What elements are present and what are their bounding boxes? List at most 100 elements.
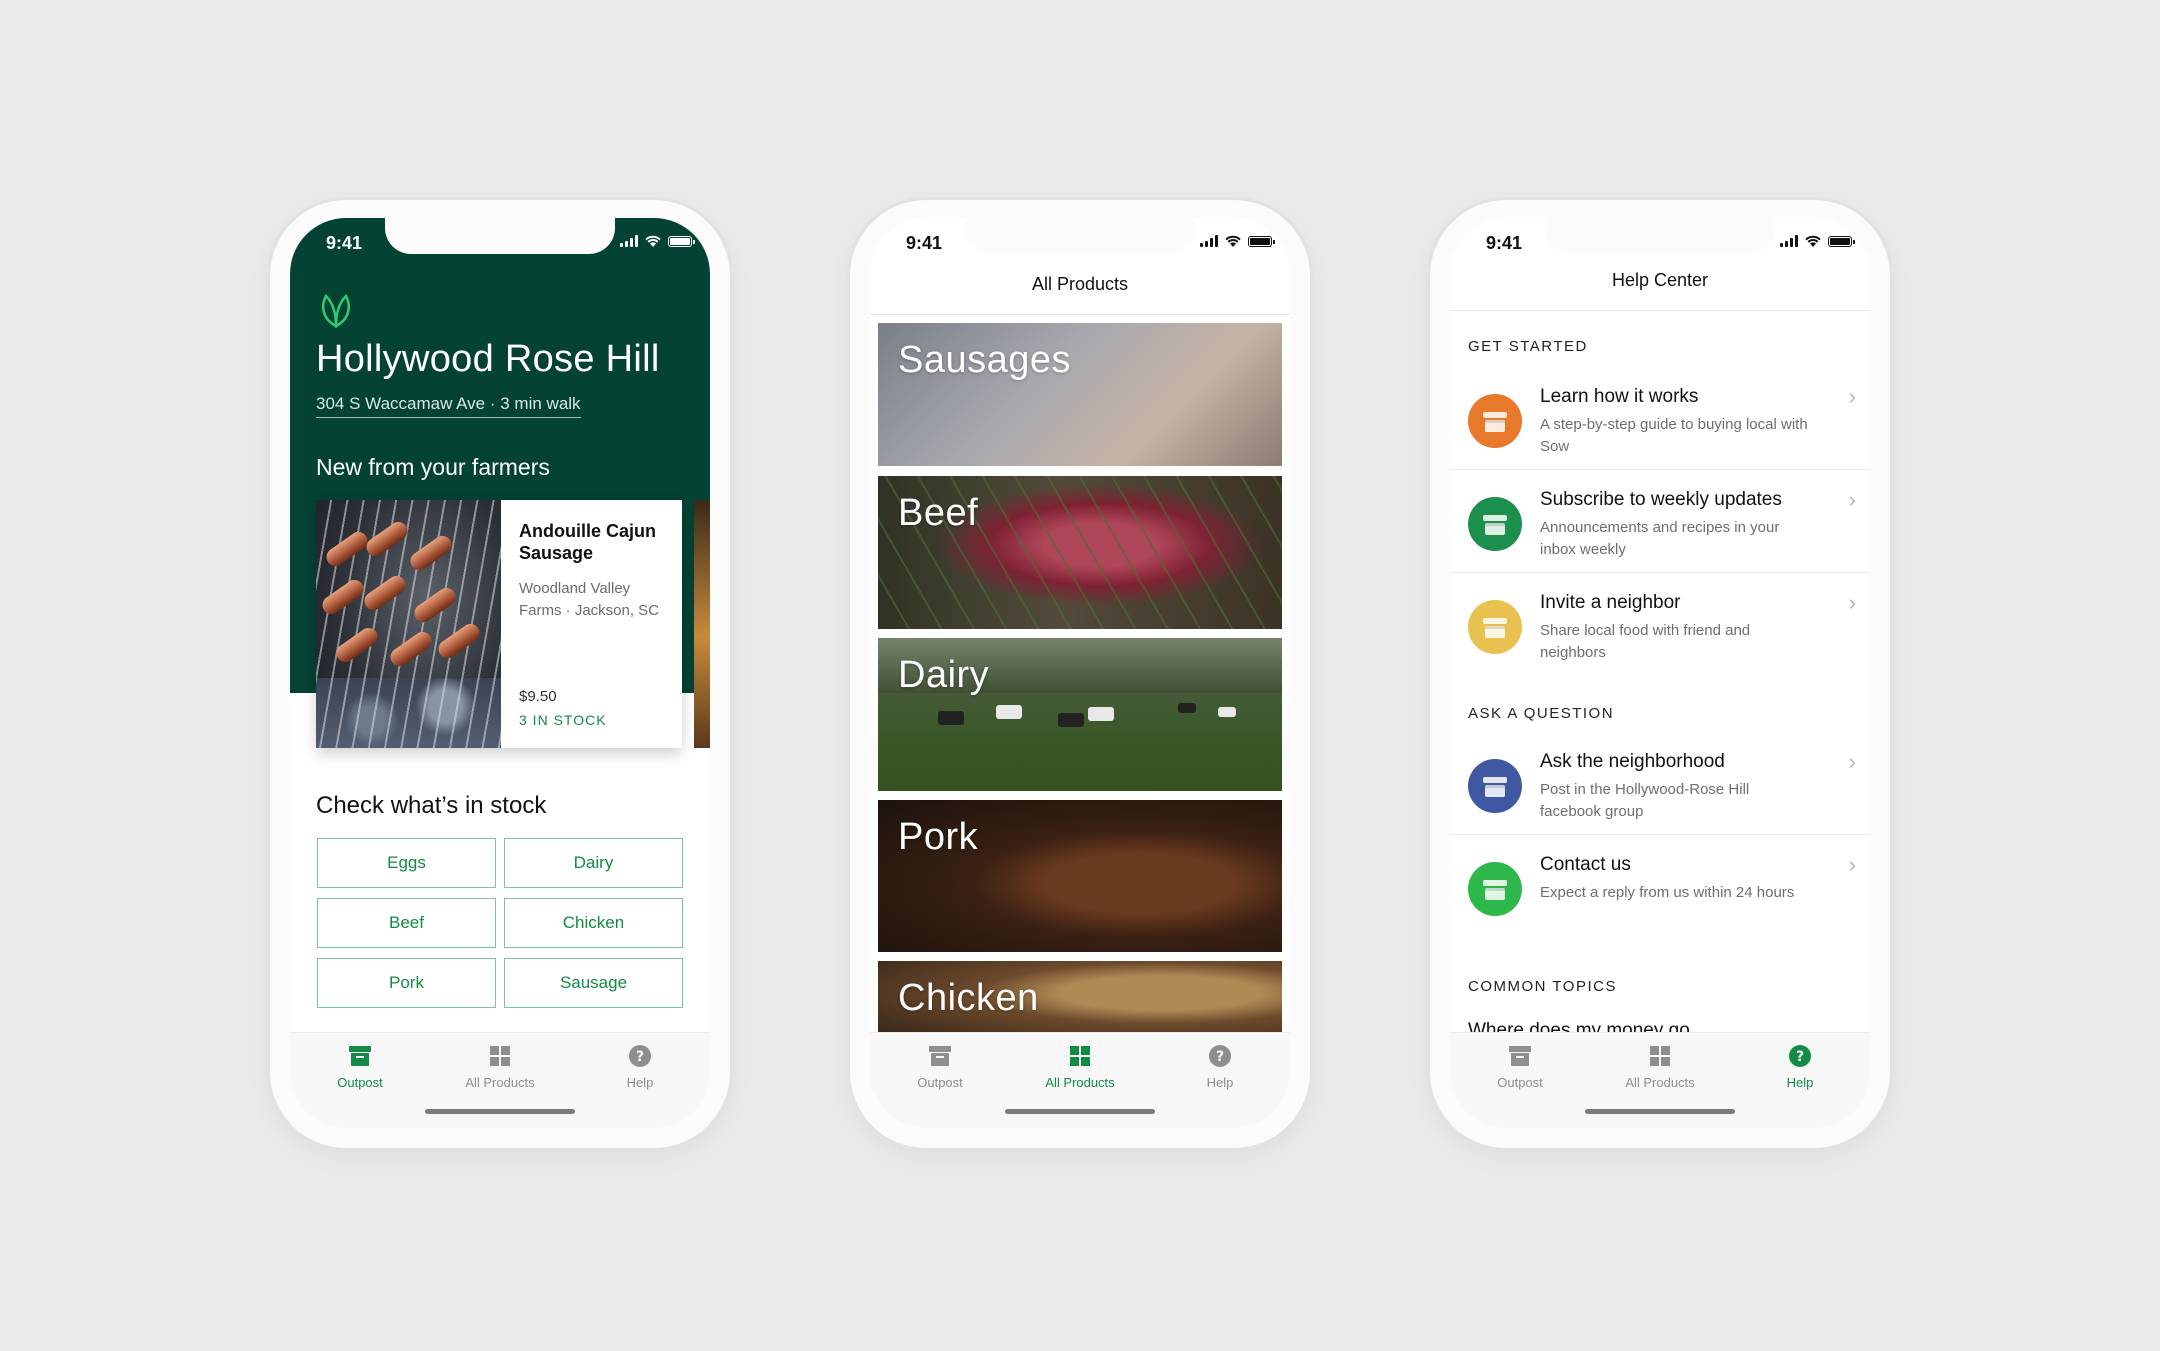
phone-all-products: 9:41 All Products Sausages Beef Dairy Po…: [850, 200, 1310, 1148]
tab-outpost[interactable]: Outpost: [880, 1043, 1000, 1090]
grid-icon: [490, 1046, 510, 1066]
help-item-title: Subscribe to weekly updates: [1540, 489, 1782, 510]
section-ask-question: ASK A QUESTION: [1468, 705, 1615, 722]
category-label: Beef: [898, 492, 979, 534]
help-item-title: Learn how it works: [1540, 386, 1699, 407]
category-label: Sausages: [898, 339, 1072, 381]
signal-icon: [1200, 235, 1218, 247]
battery-icon: [1828, 236, 1855, 247]
help-item-desc: A step-by-step guide to buying local wit…: [1540, 416, 1808, 455]
tab-label: All Products: [465, 1075, 535, 1090]
help-item-title: Contact us: [1540, 854, 1631, 875]
screen-help-center: 9:41 Help Center GET STARTED Learn how i…: [1450, 218, 1870, 1128]
tab-bar: Outpost All Products ? Help: [1450, 1032, 1870, 1128]
box-icon: [1468, 497, 1522, 551]
help-item-desc: Announcements and recipes in your inbox …: [1540, 519, 1780, 558]
tab-label: Outpost: [1497, 1075, 1543, 1090]
chevron-right-icon: ›: [1848, 590, 1856, 615]
category-label: Pork: [898, 816, 979, 858]
section-title-stock: Check what’s in stock: [316, 792, 547, 819]
wifi-icon: [645, 235, 661, 247]
store-address-link[interactable]: 304 S Waccamaw Ave · 3 min walk: [316, 394, 581, 418]
category-pork[interactable]: Pork: [878, 800, 1282, 952]
leaf-icon: [322, 293, 350, 329]
tab-outpost[interactable]: Outpost: [300, 1043, 420, 1090]
help-item-invite[interactable]: Invite a neighbor Share local food with …: [1450, 574, 1870, 676]
battery-icon: [1248, 236, 1275, 247]
product-image: [316, 500, 501, 748]
chip-sausage[interactable]: Sausage: [504, 958, 683, 1008]
status-time: 9:41: [906, 233, 943, 253]
category-sausages[interactable]: Sausages: [878, 323, 1282, 466]
tab-outpost[interactable]: Outpost: [1460, 1043, 1580, 1090]
page-title: Help Center: [1611, 270, 1709, 290]
tab-help[interactable]: ? Help: [1160, 1043, 1280, 1090]
tab-label: Help: [1786, 1075, 1814, 1090]
phone-outpost: 9:41 Hollywood Rose Hill 304 S Waccamaw …: [270, 200, 730, 1148]
category-label: Dairy: [898, 654, 990, 696]
tab-all-products[interactable]: All Products: [440, 1043, 560, 1090]
category-chicken[interactable]: Chicken: [878, 961, 1282, 1041]
help-item-desc: Expect a reply from us within 24 hours: [1540, 884, 1795, 901]
tab-label: All Products: [1625, 1075, 1695, 1090]
chip-dairy[interactable]: Dairy: [504, 838, 683, 888]
divider: [870, 314, 1290, 315]
help-item-desc: Share local food with friend and neighbo…: [1540, 622, 1751, 661]
category-beef[interactable]: Beef: [878, 476, 1282, 629]
category-dairy[interactable]: Dairy: [878, 638, 1282, 791]
svg-text:?: ?: [1796, 1049, 1804, 1065]
home-indicator[interactable]: [1005, 1109, 1155, 1114]
category-label: Chicken: [898, 977, 1039, 1019]
featured-product-card[interactable]: Andouille Cajun Sausage Woodland Valley …: [316, 500, 682, 748]
chip-chicken[interactable]: Chicken: [504, 898, 683, 948]
screen-outpost: 9:41 Hollywood Rose Hill 304 S Waccamaw …: [290, 218, 710, 1128]
tab-all-products[interactable]: All Products: [1600, 1043, 1720, 1090]
help-item-contact[interactable]: Contact us Expect a reply from us within…: [1450, 836, 1870, 938]
help-item-desc: Post in the Hollywood-Rose Hill facebook…: [1540, 781, 1750, 820]
chip-pork[interactable]: Pork: [317, 958, 496, 1008]
chevron-right-icon: ›: [1848, 487, 1856, 512]
home-indicator[interactable]: [425, 1109, 575, 1114]
screen-all-products: 9:41 All Products Sausages Beef Dairy Po…: [870, 218, 1290, 1128]
next-product-card[interactable]: [694, 500, 710, 748]
product-title: Andouille Cajun Sausage: [519, 521, 656, 563]
store-name: Hollywood Rose Hill: [316, 338, 660, 380]
tab-bar: Outpost All Products ? Help: [870, 1032, 1290, 1128]
help-item-learn[interactable]: Learn how it works A step-by-step guide …: [1450, 368, 1870, 470]
svg-text:?: ?: [1216, 1049, 1224, 1065]
help-icon: ?: [629, 1045, 651, 1067]
phone-help-center: 9:41 Help Center GET STARTED Learn how i…: [1430, 200, 1890, 1148]
divider: [1450, 310, 1870, 311]
product-farm: Woodland Valley Farms · Jackson, SC: [519, 580, 660, 619]
outpost-icon: [1509, 1046, 1531, 1066]
chevron-right-icon: ›: [1848, 852, 1856, 877]
tab-label: Help: [1206, 1075, 1234, 1090]
help-icon: ?: [1209, 1045, 1231, 1067]
tab-help[interactable]: ? Help: [1740, 1043, 1860, 1090]
category-chip-grid: Eggs Dairy Beef Chicken Pork Sausage: [317, 838, 683, 1008]
chevron-right-icon: ›: [1848, 749, 1856, 774]
box-icon: [1468, 759, 1522, 813]
box-icon: [1468, 862, 1522, 916]
tab-all-products[interactable]: All Products: [1020, 1043, 1140, 1090]
chip-eggs[interactable]: Eggs: [317, 838, 496, 888]
product-stock: 3 IN STOCK: [519, 712, 607, 728]
tab-bar: Outpost All Products ? Help: [290, 1032, 710, 1128]
outpost-icon: [349, 1046, 371, 1066]
status-time: 9:41: [1486, 233, 1523, 253]
help-item-title: Invite a neighbor: [1540, 592, 1681, 613]
home-indicator[interactable]: [1585, 1109, 1735, 1114]
phone-notch: [385, 218, 615, 254]
chevron-right-icon: ›: [1848, 384, 1856, 409]
status-time: 9:41: [326, 233, 363, 253]
tab-help[interactable]: ? Help: [580, 1043, 700, 1090]
help-item-ask-neighborhood[interactable]: Ask the neighborhood Post in the Hollywo…: [1450, 733, 1870, 835]
section-title-new: New from your farmers: [316, 454, 550, 480]
box-icon: [1468, 600, 1522, 654]
help-item-subscribe[interactable]: Subscribe to weekly updates Announcement…: [1450, 471, 1870, 573]
box-icon: [1468, 394, 1522, 448]
chip-beef[interactable]: Beef: [317, 898, 496, 948]
page-title: All Products: [1031, 274, 1129, 294]
phone-notch: [1545, 218, 1775, 254]
outpost-icon: [929, 1046, 951, 1066]
